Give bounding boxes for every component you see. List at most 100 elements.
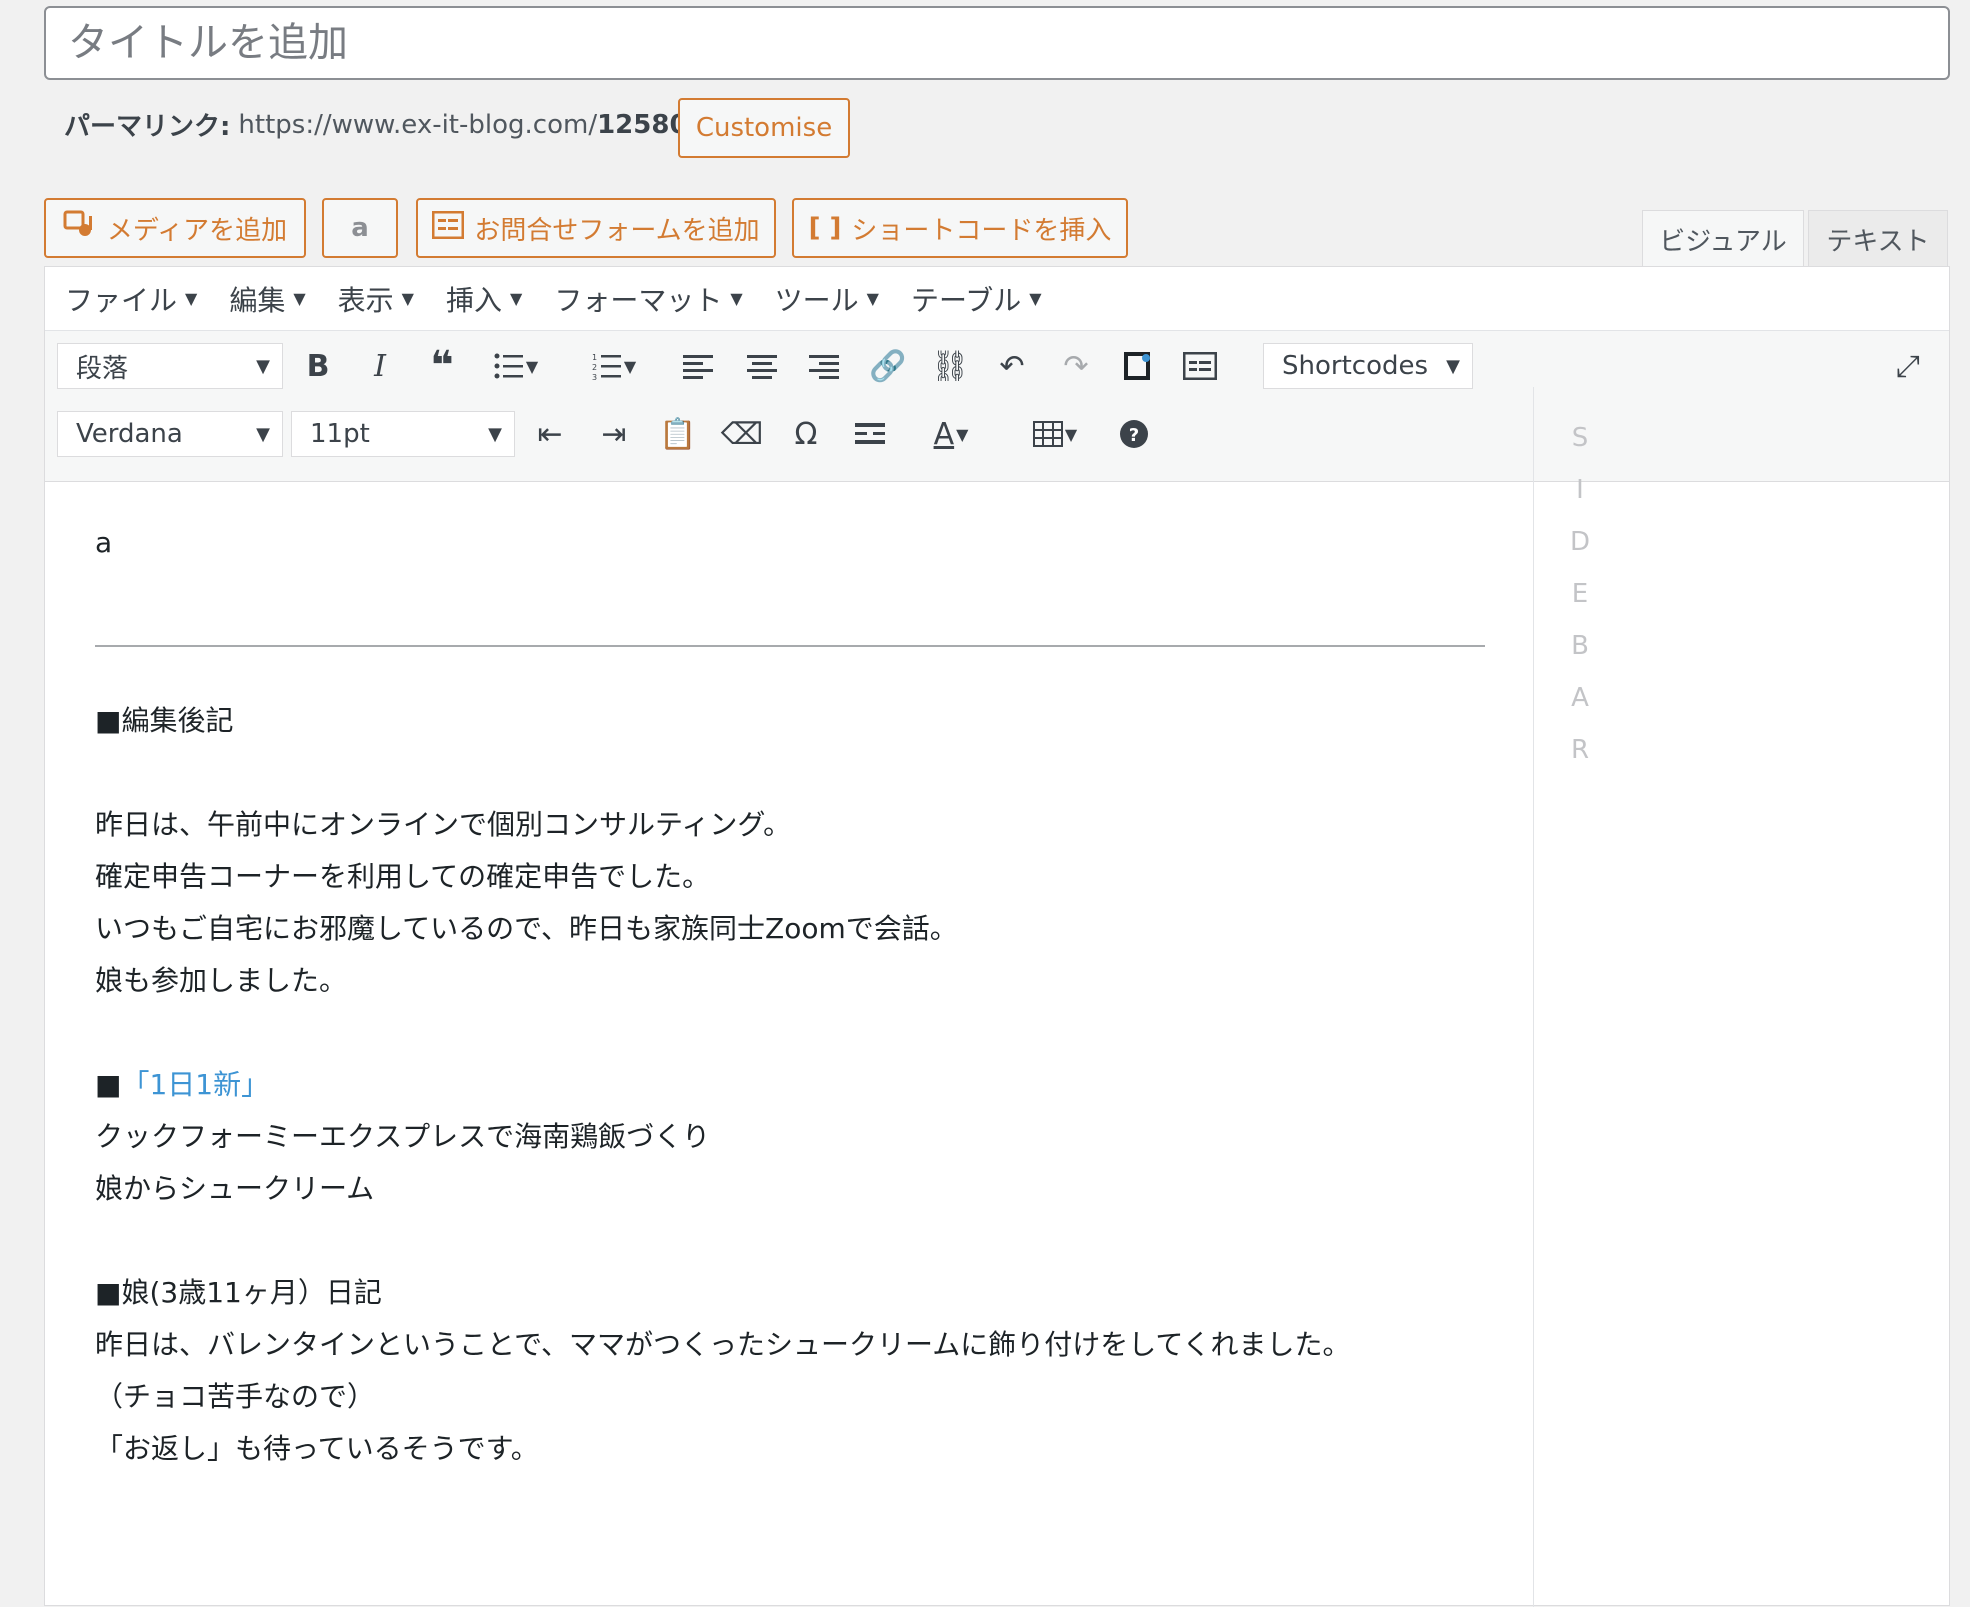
daily-new-link[interactable]: 「1日1新」 bbox=[121, 1068, 269, 1101]
customise-button[interactable]: Customise bbox=[678, 98, 850, 158]
paragraph: いつもご自宅にお邪魔しているので、昨日も家族同士Zoomで会話。 bbox=[95, 912, 958, 945]
menubar: ファイル ▼ 編集 ▼ 表示 ▼ 挿入 ▼ フォーマット ▼ ツール ▼ テーブル ▼ bbox=[45, 267, 1949, 331]
bullet-list-icon[interactable]: ▼ bbox=[481, 343, 551, 389]
help-icon[interactable]: ? bbox=[1111, 411, 1157, 457]
undo-icon[interactable]: ↶ bbox=[989, 343, 1035, 389]
horizontal-rule bbox=[95, 645, 1485, 647]
paragraph: 娘も参加しました。 bbox=[95, 964, 348, 997]
add-form-button[interactable]: お問合せフォームを追加 bbox=[416, 198, 776, 258]
indent-icon[interactable]: ⇥ bbox=[591, 411, 637, 457]
menu-file-label: ファイル bbox=[65, 283, 178, 317]
font-size-select[interactable]: 11pt ▼ bbox=[291, 411, 515, 457]
title-field-container[interactable] bbox=[44, 6, 1950, 80]
paragraph: 確定申告コーナーを利用しての確定申告でした。 bbox=[95, 860, 711, 893]
link-icon[interactable]: 🔗 bbox=[865, 343, 911, 389]
font-size-select-value: 11pt bbox=[310, 419, 370, 449]
caret-down-icon: ▼ bbox=[866, 289, 879, 308]
editor-content[interactable]: a ■編集後記 昨日は、午前中にオンラインで個別コンサルティング。 確定申告コー… bbox=[95, 517, 1515, 1475]
svg-text:1: 1 bbox=[592, 353, 597, 362]
align-left-icon[interactable] bbox=[675, 343, 721, 389]
title-input[interactable] bbox=[66, 19, 1948, 67]
font-family-select[interactable]: Verdana ▼ bbox=[57, 411, 283, 457]
paragraph: クックフォーミーエクスプレスで海南鶏飯づくり bbox=[95, 1120, 711, 1153]
menu-table[interactable]: テーブル ▼ bbox=[911, 279, 1042, 319]
menu-table-label: テーブル bbox=[910, 283, 1022, 317]
paragraph: （チョコ苦手なので） bbox=[95, 1380, 376, 1413]
svg-text:2: 2 bbox=[592, 363, 597, 372]
menu-format-label: フォーマット bbox=[554, 283, 723, 317]
permalink-url[interactable]: https://www.ex-it-blog.com/ bbox=[238, 110, 597, 140]
permalink: パーマリンク: https://www.ex-it-blog.com/12580… bbox=[64, 106, 706, 143]
caret-down-icon: ▼ bbox=[401, 289, 414, 308]
shortcodes-select-value: Shortcodes bbox=[1282, 351, 1429, 381]
toolbar: 段落 ▼ B I ❝ ▼ 1 2 3 ▼ 🔗 ⛓ ↶ ↷ Shortcodes ▼ bbox=[45, 331, 1949, 482]
paragraph: 昨日は、バレンタインということで、ママがつくったシュークリームに飾り付けをしてく… bbox=[95, 1328, 1351, 1361]
menu-edit-label: 編集 bbox=[229, 283, 286, 317]
menu-tools[interactable]: ツール ▼ bbox=[775, 279, 879, 319]
paste-text-icon[interactable]: 📋 bbox=[655, 411, 701, 457]
add-form-label: お問合せフォームを追加 bbox=[474, 215, 760, 246]
menu-insert[interactable]: 挿入 ▼ bbox=[446, 279, 522, 319]
shortcodes-select[interactable]: Shortcodes ▼ bbox=[1263, 343, 1473, 389]
table-icon[interactable]: ▼ bbox=[1015, 411, 1095, 457]
sidebar-letter: B bbox=[1571, 631, 1589, 661]
sidebar-letter: D bbox=[1569, 527, 1591, 557]
caret-down-icon: ▼ bbox=[293, 289, 306, 308]
menu-insert-label: 挿入 bbox=[445, 283, 502, 317]
svg-text:?: ? bbox=[1129, 425, 1139, 446]
paragraph: 昨日は、午前中にオンラインで個別コンサルティング。 bbox=[95, 808, 792, 841]
tab-visual[interactable]: ビジュアル bbox=[1642, 210, 1804, 268]
menu-format[interactable]: フォーマット ▼ bbox=[554, 279, 742, 319]
brackets-icon: [ ] bbox=[808, 213, 842, 243]
sidebar-divider bbox=[1533, 387, 1534, 1607]
text-color-icon[interactable]: A ▼ bbox=[911, 411, 991, 457]
caret-down-icon: ▼ bbox=[730, 289, 743, 308]
redo-icon[interactable]: ↷ bbox=[1053, 343, 1099, 389]
special-character-icon[interactable]: Ω bbox=[783, 411, 829, 457]
menu-file[interactable]: ファイル ▼ bbox=[65, 279, 197, 319]
format-select-value: 段落 bbox=[76, 353, 129, 384]
heading-daughter-diary: ■娘(3歳11ヶ月）日記 bbox=[95, 1276, 382, 1309]
paragraph: 娘からシュークリーム bbox=[95, 1172, 375, 1205]
sidebar-letter: A bbox=[1571, 683, 1589, 713]
sidebar-label: S I D E B A R bbox=[1565, 412, 1595, 776]
outdent-icon[interactable]: ⇤ bbox=[527, 411, 573, 457]
add-media-label: メディアを追加 bbox=[106, 215, 288, 246]
svg-text:3: 3 bbox=[592, 373, 597, 380]
read-more-icon[interactable] bbox=[847, 411, 893, 457]
fullscreen-icon[interactable]: ⤢ bbox=[1885, 343, 1931, 389]
menu-tools-label: ツール bbox=[774, 283, 859, 317]
unlink-icon[interactable]: ⛓ bbox=[927, 343, 973, 389]
sidebar-letter: R bbox=[1570, 735, 1590, 765]
tab-text[interactable]: テキスト bbox=[1808, 210, 1948, 268]
menu-view-label: 表示 bbox=[337, 283, 394, 317]
insert-shortcode-label: ショートコードを挿入 bbox=[851, 215, 1112, 246]
insert-shortcode-button[interactable]: [ ] ショートコードを挿入 bbox=[792, 198, 1128, 258]
italic-icon[interactable]: I bbox=[357, 343, 403, 389]
form-embed-icon[interactable] bbox=[1177, 343, 1223, 389]
amazon-button[interactable]: a bbox=[322, 198, 398, 258]
numbered-list-icon[interactable]: 1 2 3 ▼ bbox=[579, 343, 649, 389]
caret-down-icon: ▼ bbox=[256, 356, 270, 377]
caret-down-icon: ▼ bbox=[256, 424, 270, 445]
heading-daily-new: ■「1日1新」 bbox=[95, 1059, 1515, 1111]
sidebar-letter: I bbox=[1576, 475, 1584, 505]
align-right-icon[interactable] bbox=[801, 343, 847, 389]
format-select[interactable]: 段落 ▼ bbox=[57, 343, 283, 389]
caret-down-icon: ▼ bbox=[1029, 289, 1042, 308]
sidebar-letter: E bbox=[1571, 579, 1589, 609]
bold-icon[interactable]: B bbox=[295, 343, 341, 389]
clear-formatting-icon[interactable]: ⌫ bbox=[719, 411, 765, 457]
menu-edit[interactable]: 編集 ▼ bbox=[229, 279, 305, 319]
align-center-icon[interactable] bbox=[739, 343, 785, 389]
menu-view[interactable]: 表示 ▼ bbox=[338, 279, 414, 319]
plugin-icon[interactable] bbox=[1115, 343, 1161, 389]
form-icon bbox=[431, 210, 465, 246]
media-icon bbox=[63, 210, 97, 247]
add-media-button[interactable]: メディアを追加 bbox=[44, 198, 306, 258]
blockquote-icon[interactable]: ❝ bbox=[419, 343, 465, 389]
paragraph: 「お返し」も待っているそうです。 bbox=[95, 1432, 539, 1465]
amazon-icon: a bbox=[351, 213, 369, 243]
permalink-label: パーマリンク: bbox=[64, 112, 231, 142]
sidebar-letter: S bbox=[1571, 423, 1589, 453]
